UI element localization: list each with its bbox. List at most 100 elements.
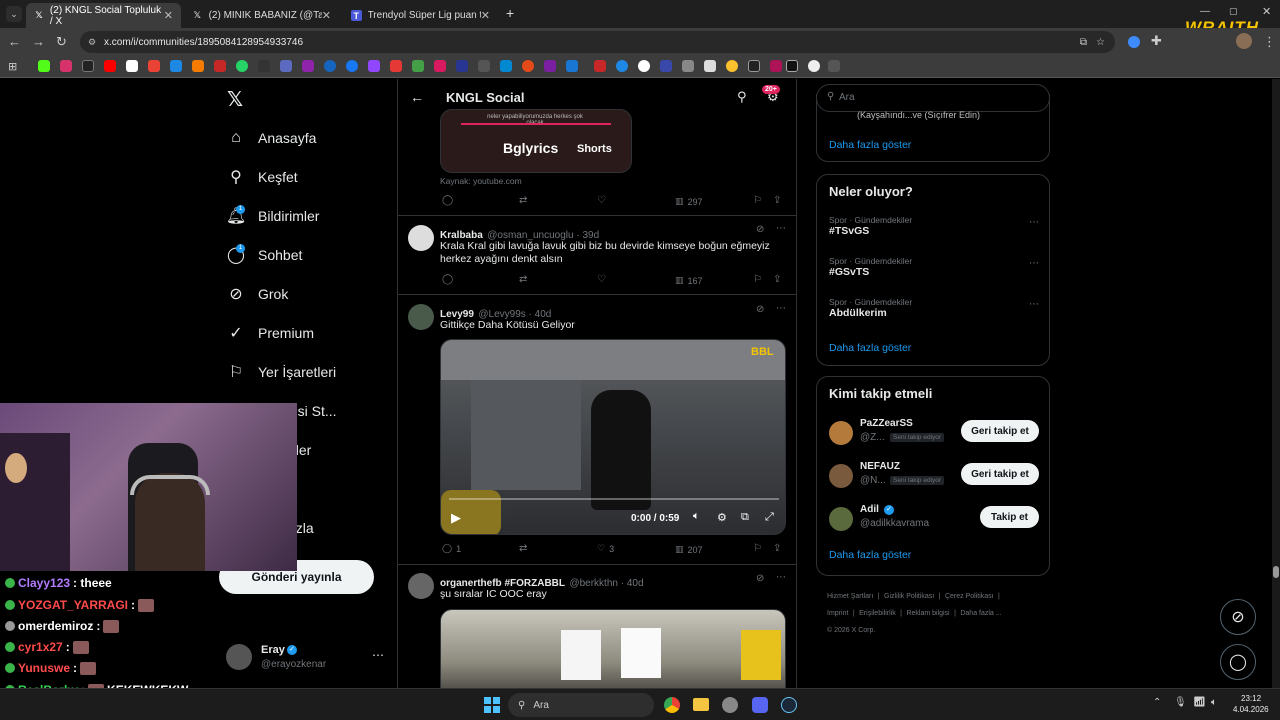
repost-icon[interactable]: ⇄ (519, 195, 527, 206)
bookmark-35[interactable] (808, 60, 820, 72)
bookmark-8[interactable] (214, 60, 226, 72)
profile-avatar[interactable] (1236, 33, 1252, 49)
bookmark-33[interactable] (770, 60, 782, 72)
tab-menu-button[interactable]: ⌄ (6, 6, 22, 22)
like-icon[interactable]: ♡ (597, 195, 606, 206)
views-count[interactable]: ▥ 167 (675, 275, 703, 286)
like-button[interactable]: ♡ 3 (597, 543, 614, 554)
bookmark-10[interactable] (258, 60, 270, 72)
back-icon[interactable]: ← (8, 34, 21, 49)
puzzle-icon[interactable]: ✚ (1151, 33, 1162, 49)
bookmark-instagram[interactable] (60, 60, 72, 72)
maximize-icon[interactable]: ▢ (1229, 6, 1238, 17)
bookmark-12[interactable] (302, 60, 314, 72)
install-icon[interactable]: ⧉ (1080, 37, 1087, 48)
bookmark-youtube[interactable] (104, 60, 116, 72)
back-icon[interactable]: ← (410, 89, 424, 105)
nav-bookmarks[interactable]: ⚐ Yer İşaretleri (226, 359, 336, 385)
bookmark-21[interactable] (500, 60, 512, 72)
share-icon[interactable]: ⇪ (773, 274, 781, 285)
follow-back-button[interactable]: Geri takip et (961, 463, 1039, 485)
footer-link[interactable]: Gizlilik Politikası (884, 593, 934, 600)
scrollbar[interactable] (1272, 79, 1280, 688)
show-more-link[interactable]: Daha fazla göster (829, 549, 911, 561)
play-icon[interactable]: ▶ (451, 510, 461, 526)
follow-button[interactable]: Takip et (980, 506, 1039, 528)
avatar[interactable] (408, 304, 434, 330)
nav-home[interactable]: ⌂ Anasayfa (226, 125, 316, 151)
bookmark-30[interactable] (704, 60, 716, 72)
address-bar[interactable]: ⚙ x.com/i/communities/189508412895493374… (80, 31, 1115, 53)
more-icon[interactable]: ⋯ (1029, 299, 1039, 310)
repost-icon[interactable]: ⇄ (519, 543, 527, 554)
views-count[interactable]: ▥ 207 (675, 544, 703, 555)
bookmark-gmail[interactable] (148, 60, 160, 72)
footer-link[interactable]: Imprint (827, 610, 848, 617)
more-icon[interactable]: ⋯ (1029, 217, 1039, 228)
reload-icon[interactable]: ↻ (56, 34, 67, 50)
menu-icon[interactable]: ⋮ (1263, 34, 1276, 50)
tray-chevron-icon[interactable]: ⌃ (1153, 697, 1161, 708)
bookmark-x[interactable] (82, 60, 94, 72)
grok-icon[interactable]: ⊘ (756, 224, 764, 235)
tab-minik-babaniz[interactable]: 𝕏 (2) MİNİK BABANIZ (@TakkeliPa ✕ (184, 3, 339, 28)
show-more-link[interactable]: Daha fazla göster (829, 342, 911, 354)
extension-icon[interactable] (1128, 36, 1140, 48)
tab-trendyol[interactable]: T Trendyol Süper Lig puan tablos ✕ (343, 3, 498, 28)
avatar[interactable] (408, 573, 434, 599)
bookmark-32[interactable] (748, 60, 760, 72)
bookmark-icon[interactable]: ⚐ (753, 543, 762, 554)
share-icon[interactable]: ⇪ (773, 195, 781, 206)
forward-icon[interactable]: → (32, 34, 45, 49)
repost-icon[interactable]: ⇄ (519, 274, 527, 285)
bookmark-icon[interactable]: ⚐ (753, 195, 762, 206)
footer-link[interactable]: Çerez Politikası (945, 593, 994, 600)
bookmark-36[interactable] (828, 60, 840, 72)
video-settings-icon[interactable]: ⚙ (717, 511, 727, 524)
clock-date[interactable]: 4.04.2026 (1233, 705, 1269, 714)
bookmark-27[interactable] (638, 60, 650, 72)
account-switcher[interactable]: Eray ✓ @erayozkenar ⋯ (226, 642, 386, 678)
nav-grok[interactable]: ⊘ Grok (226, 281, 288, 307)
bookmark-11[interactable] (280, 60, 292, 72)
bookmark-kick[interactable] (38, 60, 50, 72)
grok-icon[interactable]: ⊘ (756, 573, 764, 584)
show-more-link[interactable]: Daha fazla göster (829, 139, 911, 151)
bookmark-20[interactable] (478, 60, 490, 72)
search-icon[interactable]: ⚲ (737, 89, 747, 105)
star-icon[interactable]: ☆ (1096, 37, 1105, 48)
trend-item[interactable]: Spor · Gündemdekiler #TSvGS ⋯ (829, 215, 1039, 237)
video-player[interactable]: BBL ▶ 0:00 / 0:59 🔈︎ ⚙ ⧉ ⤢ (440, 339, 786, 535)
more-icon[interactable]: ⋯ (776, 223, 786, 234)
bookmark-31[interactable] (726, 60, 738, 72)
steam-icon[interactable] (781, 697, 797, 713)
nav-premium[interactable]: ✓ Premium (226, 320, 314, 346)
discord-icon[interactable] (752, 697, 768, 713)
nav-explore[interactable]: ⚲ Keşfet (226, 164, 298, 190)
reply-icon[interactable]: ◯ (442, 195, 453, 206)
volume-icon[interactable]: 🔈︎ (1211, 697, 1217, 708)
avatar[interactable] (408, 225, 434, 251)
bookmark-facebook[interactable] (346, 60, 358, 72)
mic-icon[interactable]: 🎙︎ (1174, 697, 1187, 708)
bookmark-17[interactable] (412, 60, 424, 72)
pip-icon[interactable]: ⧉ (741, 511, 749, 524)
grok-float-button[interactable]: ⊘ (1220, 599, 1256, 635)
bookmark-google[interactable] (126, 60, 138, 72)
bookmark-24[interactable] (566, 60, 578, 72)
footer-link[interactable]: Daha fazla ... (960, 610, 1001, 617)
bookmark-26[interactable] (616, 60, 628, 72)
taskbar-search[interactable]: ⚲ Ara (508, 693, 654, 717)
reply-button[interactable]: ◯ 1 (442, 543, 461, 554)
footer-link[interactable]: Hizmet Şartları (827, 593, 873, 600)
minimize-icon[interactable]: — (1200, 6, 1210, 17)
grok-icon[interactable]: ⊘ (756, 304, 764, 315)
more-icon[interactable]: ⋯ (776, 303, 786, 314)
apps-icon[interactable]: ⊞ (8, 60, 17, 73)
link-card[interactable]: neler yapabiliyorumuzda herkes şok olaca… (440, 109, 632, 173)
new-tab-button[interactable]: + (506, 5, 514, 21)
more-icon[interactable]: ⋯ (1029, 258, 1039, 269)
fullscreen-icon[interactable]: ⤢ (765, 511, 774, 524)
bookmark-whatsapp[interactable] (236, 60, 248, 72)
bookmark-13[interactable] (324, 60, 336, 72)
